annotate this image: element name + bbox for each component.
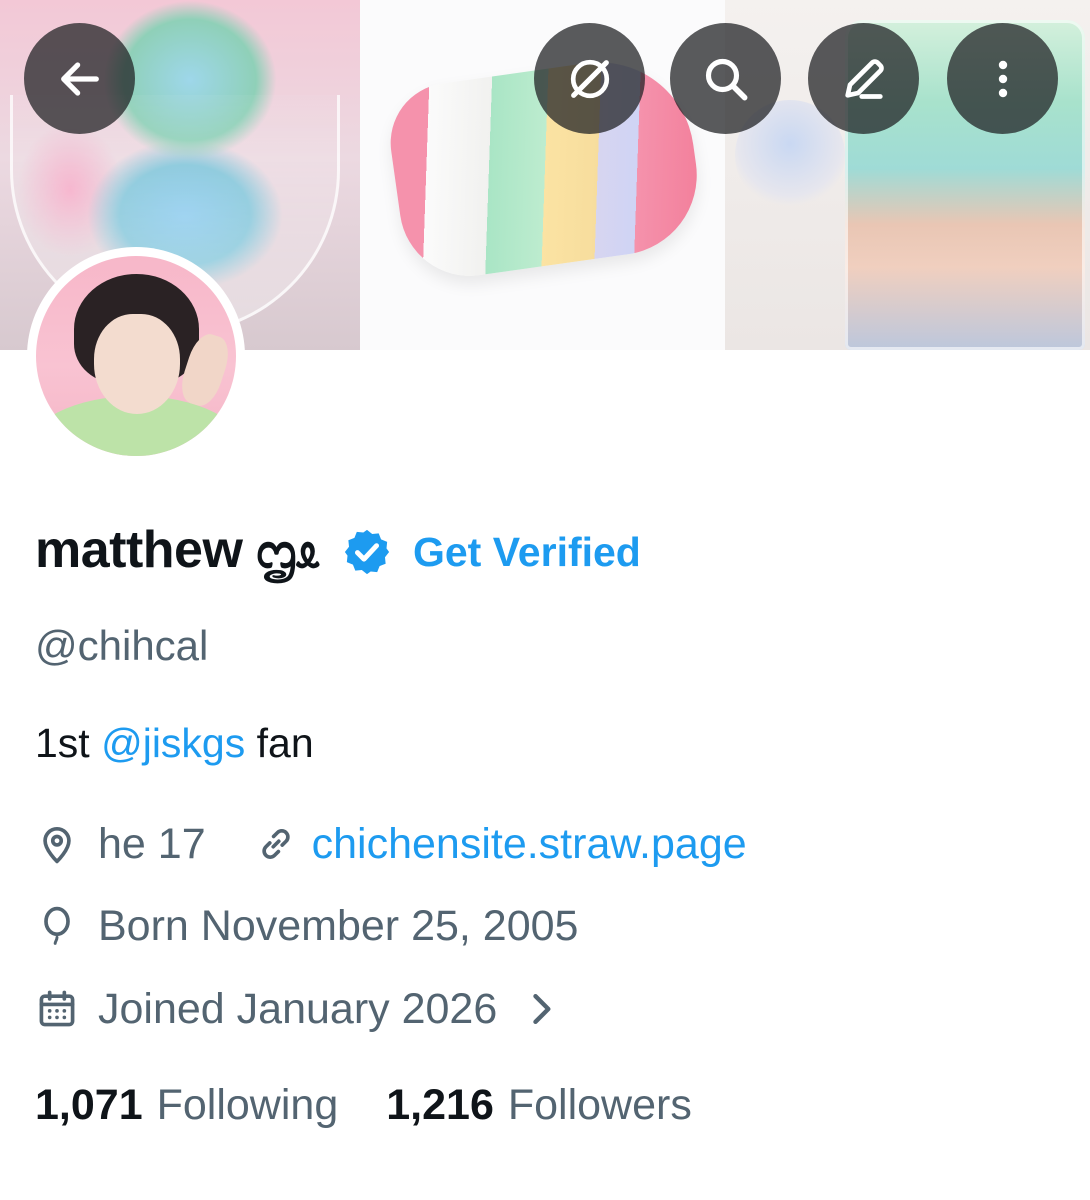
birthday-text: Born November 25, 2005 — [98, 901, 579, 950]
verified-icon[interactable] — [341, 526, 393, 578]
more-vertical-icon — [998, 60, 1007, 97]
grok-button[interactable] — [534, 23, 645, 134]
bio: 1st @jiskgs fan — [35, 720, 314, 767]
following-count: 1,071 — [35, 1080, 143, 1129]
search-button[interactable] — [670, 23, 781, 134]
location-pin-icon — [43, 826, 71, 864]
joined-row[interactable]: Joined January 2026 — [35, 979, 563, 1039]
following-label: Following — [156, 1080, 339, 1129]
following-stat[interactable]: 1,071 Following — [35, 1081, 338, 1130]
bio-mention-link[interactable]: @jiskgs — [101, 720, 245, 766]
avatar-photo — [36, 256, 236, 456]
followers-label: Followers — [507, 1080, 692, 1129]
follow-stats: 1,071 Following 1,216 Followers — [35, 1075, 692, 1135]
bio-suffix: fan — [245, 720, 314, 766]
website-link[interactable]: chichensite.straw.page — [312, 820, 747, 869]
chevron-right-icon — [533, 993, 551, 1025]
search-icon — [705, 58, 747, 100]
pencil-icon — [844, 58, 884, 99]
back-button[interactable] — [24, 23, 135, 134]
balloon-icon — [44, 906, 70, 945]
more-button[interactable] — [947, 23, 1058, 134]
location-website-row: he 17 chichensite.straw.page — [35, 814, 747, 874]
location-text: he 17 — [98, 819, 206, 868]
link-icon — [261, 829, 290, 859]
arrow-left-icon — [60, 61, 99, 96]
birthday-row: Born November 25, 2005 — [35, 896, 578, 956]
display-name: matthew ᦗᦸ — [35, 521, 319, 579]
avatar[interactable] — [27, 247, 245, 465]
bio-prefix: 1st — [35, 720, 102, 766]
handle: @chihcal — [35, 622, 209, 669]
get-verified-link[interactable]: Get Verified — [413, 529, 641, 576]
name-row: matthew ᦗᦸ Get Verified — [35, 512, 641, 592]
followers-stat[interactable]: 1,216 Followers — [386, 1081, 692, 1130]
followers-count: 1,216 — [386, 1080, 494, 1129]
profile-screen: matthew ᦗᦸ Get Verified @chihcal 1st @ji… — [0, 0, 1090, 1200]
joined-text: Joined January 2026 — [98, 984, 498, 1033]
edit-button[interactable] — [808, 23, 919, 134]
calendar-icon — [39, 990, 75, 1027]
grok-icon — [570, 59, 609, 98]
